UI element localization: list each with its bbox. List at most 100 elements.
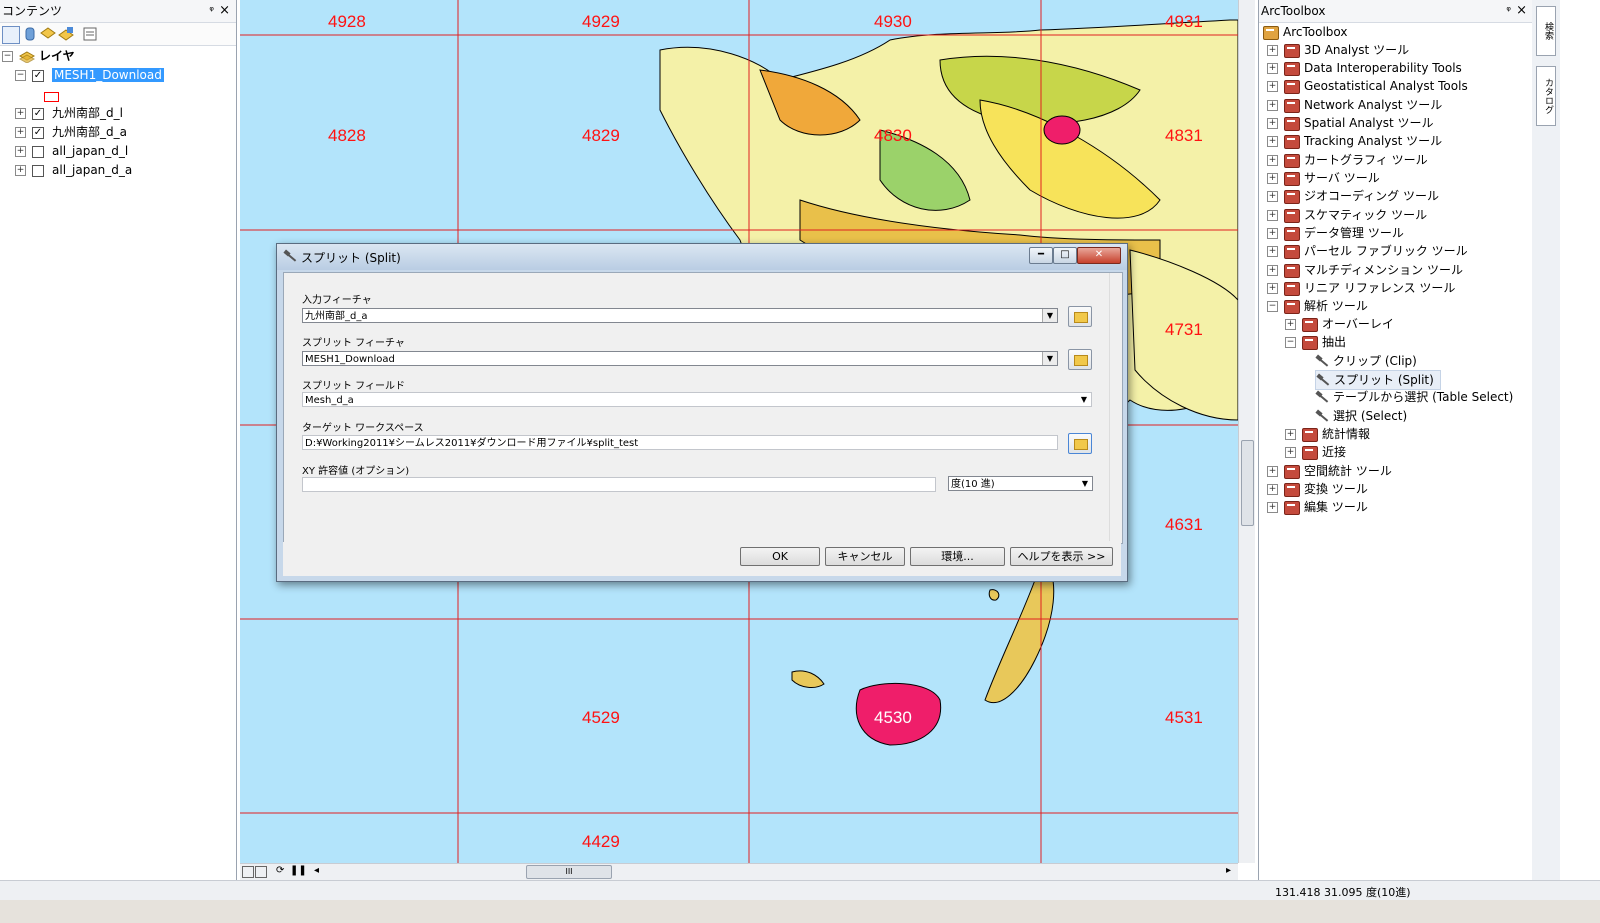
layer-label[interactable]: all_japan_d_l [52,144,128,158]
list-by-source-icon[interactable] [22,26,38,42]
toolbox-item[interactable]: + Network Analyst ツール [1267,96,1442,114]
environments-button[interactable]: 環境... [910,547,1005,566]
collapse-icon[interactable]: − [15,70,26,81]
expand-icon[interactable]: + [1267,45,1278,56]
layer-label[interactable]: MESH1_Download [52,68,164,82]
expand-icon[interactable]: + [1267,136,1278,147]
list-by-visibility-icon[interactable] [40,26,56,42]
toolbox-item[interactable]: + 編集 ツール [1267,498,1368,516]
pin-icon[interactable]: ᵠ [209,0,214,22]
input-feature-combo[interactable]: 九州南部_d_a ▼ [302,308,1058,323]
target-workspace-input[interactable]: D:¥Working2011¥シームレス2011¥ダウンロード用ファイル¥spl… [302,435,1058,450]
dropdown-arrow-icon[interactable]: ▼ [1077,393,1091,406]
toolbox-item[interactable]: + ジオコーディング ツール [1267,187,1439,205]
split-feature-combo[interactable]: MESH1_Download ▼ [302,351,1058,366]
layer-label[interactable]: 九州南部_d_l [52,106,123,120]
toolbox-item[interactable]: + Tracking Analyst ツール [1267,132,1442,150]
expand-icon[interactable]: + [15,127,26,138]
expand-icon[interactable]: + [1267,283,1278,294]
scroll-right-icon[interactable]: ▸ [1226,865,1231,876]
dialog-vertical-scrollbar[interactable] [1109,273,1121,541]
ok-button[interactable]: OK [740,547,820,566]
expand-icon[interactable]: + [1285,447,1296,458]
expand-icon[interactable]: + [15,108,26,119]
layer-mesh1-download[interactable]: − ✓ MESH1_Download [15,66,164,84]
minimize-button[interactable]: ━ [1029,247,1053,264]
layer-all-japan-d-l[interactable]: + all_japan_d_l [15,142,128,160]
maximize-button[interactable]: □ [1053,247,1077,264]
catalog-tab[interactable]: カタログ [1536,66,1556,126]
layer-all-japan-d-a[interactable]: + all_japan_d_a [15,161,132,179]
toolbox-item[interactable]: + Data Interoperability Tools [1267,59,1462,77]
toolbox-item[interactable]: + パーセル ファブリック ツール [1267,242,1468,260]
browse-folder-icon[interactable] [1068,306,1092,327]
toolbox-root[interactable]: ArcToolbox [1263,23,1347,41]
layer-visibility-checkbox[interactable] [32,145,44,158]
layer-visibility-checkbox[interactable]: ✓ [32,69,44,82]
list-by-drawing-order-icon[interactable] [2,26,20,44]
dropdown-arrow-icon[interactable]: ▼ [1042,309,1057,322]
toolbox-item-analysis[interactable]: − 解析 ツール [1267,297,1368,315]
tool-clip[interactable]: クリップ (Clip) [1315,352,1417,370]
tool-select[interactable]: 選択 (Select) [1315,407,1407,425]
expand-icon[interactable]: + [1267,246,1278,257]
toolset-extract[interactable]: − 抽出 [1285,333,1346,351]
pin-icon[interactable]: ᵠ [1506,0,1511,22]
refresh-icon[interactable]: ⟳ [276,865,284,876]
options-icon[interactable] [82,26,98,42]
split-field-combo[interactable]: Mesh_d_a ▼ [302,392,1092,407]
toolset-statistics[interactable]: + 統計情報 [1285,425,1370,443]
dialog-title-bar[interactable]: スプリット (Split) ━ □ ✕ [277,244,1127,270]
expand-icon[interactable]: + [1267,484,1278,495]
expand-icon[interactable]: + [15,165,26,176]
toolbox-item[interactable]: + サーバ ツール [1267,169,1380,187]
dropdown-arrow-icon[interactable]: ▼ [1078,477,1092,490]
expand-icon[interactable]: + [1285,319,1296,330]
expand-icon[interactable]: + [15,146,26,157]
toolbox-item[interactable]: + データ管理 ツール [1267,224,1404,242]
collapse-icon[interactable]: − [1285,337,1296,348]
layer-visibility-checkbox[interactable]: ✓ [32,107,44,120]
data-view-icon[interactable] [255,866,267,878]
browse-folder-icon[interactable] [1068,433,1092,454]
layout-view-icon[interactable] [242,866,254,878]
toolset-proximity[interactable]: + 近接 [1285,443,1346,461]
expand-icon[interactable]: + [1267,502,1278,513]
close-icon[interactable]: × [219,0,230,22]
expand-icon[interactable]: + [1267,155,1278,166]
toolbox-item[interactable]: + 変換 ツール [1267,480,1368,498]
expand-icon[interactable]: + [1267,191,1278,202]
search-tab[interactable]: 検索 [1536,6,1556,56]
expand-icon[interactable]: + [1267,228,1278,239]
close-icon[interactable]: × [1516,0,1527,22]
expand-icon[interactable]: + [1267,265,1278,276]
layer-kyushu-d-a[interactable]: + ✓ 九州南部_d_a [15,123,127,141]
toolbox-item[interactable]: + スケマティック ツール [1267,206,1427,224]
expand-icon[interactable]: + [1267,173,1278,184]
collapse-icon[interactable]: − [2,51,13,62]
toolbox-item[interactable]: + リニア リファレンス ツール [1267,279,1455,297]
expand-icon[interactable]: + [1285,429,1296,440]
scroll-thumb[interactable] [1241,440,1254,526]
xy-tolerance-input[interactable] [302,477,936,492]
tool-split[interactable]: スプリット (Split) [1315,370,1441,390]
list-by-selection-icon[interactable] [58,26,74,42]
toolbox-item[interactable]: +3D Analyst ツール [1267,41,1409,59]
pause-icon[interactable]: ❚❚ [290,865,307,876]
expand-icon[interactable]: + [1267,81,1278,92]
map-vertical-scrollbar[interactable] [1238,0,1255,863]
tolerance-unit-combo[interactable]: 度(10 進) ▼ [948,476,1093,491]
toolbox-item[interactable]: + Geostatistical Analyst Tools [1267,77,1468,95]
collapse-icon[interactable]: − [1267,301,1278,312]
layer-kyushu-d-l[interactable]: + ✓ 九州南部_d_l [15,104,123,122]
browse-folder-icon[interactable] [1068,349,1092,370]
toolbox-item[interactable]: + マルチディメンション ツール [1267,261,1463,279]
toolbox-item[interactable]: + 空間統計 ツール [1267,462,1392,480]
toolbox-item[interactable]: + カートグラフィ ツール [1267,151,1428,169]
layer-label[interactable]: all_japan_d_a [52,163,132,177]
expand-icon[interactable]: + [1267,466,1278,477]
expand-icon[interactable]: + [1267,210,1278,221]
layer-label[interactable]: 九州南部_d_a [52,125,127,139]
cancel-button[interactable]: キャンセル [825,547,905,566]
scroll-left-icon[interactable]: ◂ [314,865,319,876]
